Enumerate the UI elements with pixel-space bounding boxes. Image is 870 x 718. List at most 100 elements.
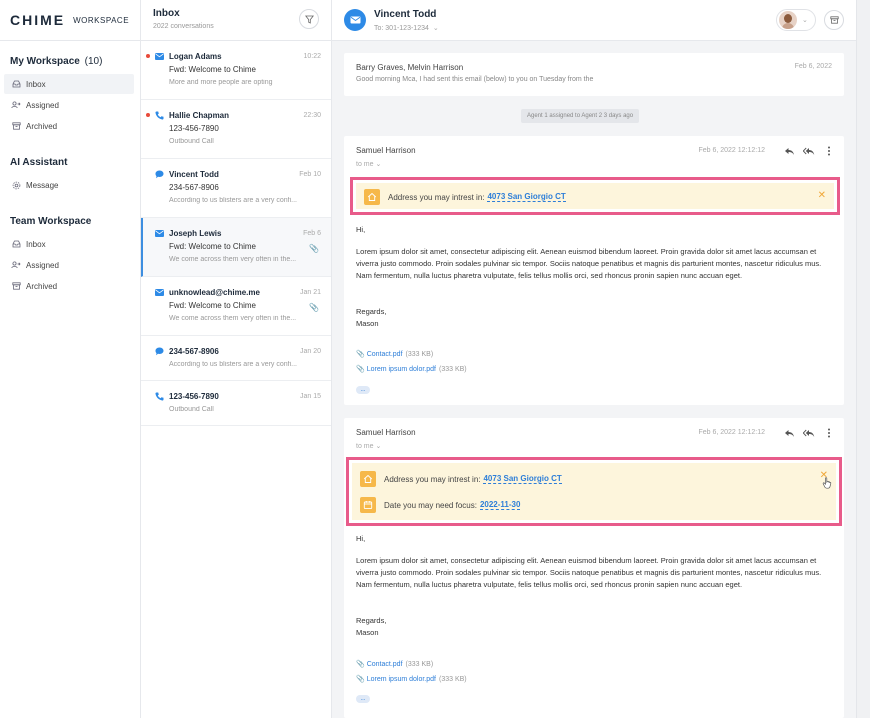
chevron-down-icon: ⌄ [375, 161, 382, 168]
conversation-name: unknowlead@chime.me [169, 287, 260, 297]
message-actions [782, 144, 836, 158]
reply-all-icon [803, 147, 815, 155]
date-insight: Date you may need focus: 2022-11-30 [360, 497, 521, 513]
conversation-date: Jan 15 [299, 392, 321, 400]
reply-icon [784, 429, 794, 437]
contact-name[interactable]: Vincent Todd [374, 9, 436, 20]
attachment-icon: 📎 [309, 303, 319, 312]
thread-summary[interactable]: Barry Graves, Melvin Harrison Good morni… [344, 53, 844, 96]
reply-button[interactable] [782, 426, 796, 440]
sms-icon [153, 347, 165, 356]
filter-icon [304, 15, 314, 24]
summary-date: Feb 6, 2022 [794, 63, 832, 70]
address-link[interactable]: 4073 San Giorgio CT [487, 192, 566, 202]
conversation-date: Jan 21 [299, 288, 321, 296]
chevron-down-icon[interactable]: ⌄ [433, 25, 439, 32]
insight-highlight: Address you may intrest in: 4073 San Gio… [346, 457, 842, 526]
conversation-preview: Outbound Call [169, 406, 214, 413]
archive-button[interactable] [824, 10, 844, 30]
conversation-preview: More and more people are opting [169, 79, 273, 86]
sidebar-item-team-inbox[interactable]: Inbox [4, 234, 134, 254]
email-message: Samuel Harrison to me ⌄ Feb 6, 2022 12:1… [344, 136, 844, 405]
conversation-preview: According to us blisters are a very conf… [169, 197, 297, 204]
conversation-preview: We come across them very often in the... [169, 256, 297, 263]
conversation-preview: According to us blisters are a very conf… [169, 361, 297, 368]
chevron-down-icon: ⌄ [802, 17, 808, 24]
team-workspace-title: Team Workspace [10, 216, 92, 227]
conversation-list: Inbox 2022 conversations Logan Adams 10:… [141, 0, 332, 718]
phone-icon [153, 111, 165, 120]
attachment-link[interactable]: 📎 Contact.pdf (333 KB) [356, 350, 433, 359]
gear-icon [10, 181, 22, 190]
thread-header: Vincent Todd To: 301-123-1234 ⌄ ⌄ [332, 0, 856, 41]
close-icon[interactable]: ✕ [818, 190, 826, 201]
insight-highlight: Address you may intrest in: 4073 San Gio… [350, 177, 840, 215]
chevron-down-icon: ⌄ [375, 443, 382, 450]
workspace-label: WORKSPACE [73, 15, 130, 25]
calendar-icon [360, 497, 376, 513]
paperclip-icon: 📎 [356, 351, 365, 358]
conversation-item[interactable]: Logan Adams 10:22 Fwd: Welcome to Chime … [141, 41, 331, 100]
message-body: Lorem ipsum dolor sit amet, consectetur … [356, 556, 822, 589]
sidebar-item-inbox[interactable]: Inbox [4, 74, 134, 94]
attachment-link[interactable]: 📎 Lorem ipsum dolor.pdf (333 KB) [356, 675, 467, 684]
more-options-button[interactable] [822, 426, 836, 440]
message-recipient[interactable]: to me ⌄ [356, 442, 832, 450]
reply-all-button[interactable] [802, 144, 816, 158]
sidebar-item-team-assigned[interactable]: Assigned [4, 255, 134, 275]
conversation-subject: 234-567-8906 [169, 183, 219, 192]
assigned-icon [10, 101, 22, 109]
message-greeting: Hi, [356, 225, 366, 234]
more-options-button[interactable] [822, 144, 836, 158]
conversation-item[interactable]: Vincent Todd Feb 10 234-567-8906 Accordi… [141, 159, 331, 218]
conversation-subject: Fwd: Welcome to Chime [169, 65, 256, 74]
sidebar-item-assigned[interactable]: Assigned [4, 95, 134, 115]
sidebar-item-team-archived[interactable]: Archived [4, 276, 134, 296]
conversation-item[interactable]: 123-456-7890 Jan 15 Outbound Call [141, 381, 331, 426]
cursor-hand-icon [822, 477, 832, 489]
home-icon [360, 471, 376, 487]
agent-selector[interactable]: ⌄ [776, 9, 816, 31]
email-icon [350, 16, 360, 24]
insight-label: Date you may need focus: [384, 500, 477, 510]
attachment-link[interactable]: 📎 Lorem ipsum dolor.pdf (333 KB) [356, 365, 467, 374]
email-icon [153, 52, 165, 60]
scrollbar[interactable] [856, 0, 870, 718]
address-link[interactable]: 4073 San Giorgio CT [483, 474, 562, 484]
home-icon [364, 189, 380, 205]
date-link[interactable]: 2022-11-30 [479, 500, 521, 510]
assignment-notice: Agent 1 assigned to Agent 2 3 days ago [521, 109, 640, 123]
show-more-button[interactable]: ... [356, 695, 370, 703]
message-greeting: Hi, [356, 534, 366, 543]
show-more-button[interactable]: ... [356, 386, 370, 394]
address-insight: Address you may intrest in: 4073 San Gio… [364, 189, 566, 205]
sidebar-item-message[interactable]: Message [4, 175, 134, 195]
unread-dot [146, 113, 150, 117]
insight-panel: Address you may intrest in: 4073 San Gio… [352, 463, 836, 520]
conversation-name: Hallie Chapman [169, 110, 230, 120]
attachment-link[interactable]: 📎 Contact.pdf (333 KB) [356, 660, 433, 669]
ai-assistant-title: AI Assistant [10, 157, 68, 168]
conversation-name: Joseph Lewis [169, 228, 222, 238]
message-signature: Mason [356, 628, 379, 637]
reply-all-button[interactable] [802, 426, 816, 440]
email-icon [153, 288, 165, 296]
message-recipient[interactable]: to me ⌄ [356, 160, 832, 168]
my-workspace-title: My Workspace (10) [10, 56, 103, 67]
sidebar-item-archived[interactable]: Archived [4, 116, 134, 136]
reply-button[interactable] [782, 144, 796, 158]
conversation-item[interactable]: Hallie Chapman 22:30 123-456-7890 Outbou… [141, 100, 331, 159]
agent-avatar [779, 11, 797, 29]
archive-icon [829, 16, 839, 24]
conversation-item-selected[interactable]: Joseph Lewis Feb 6 Fwd: Welcome to Chime… [141, 218, 331, 277]
brand: CHIME WORKSPACE [0, 0, 140, 41]
filter-button[interactable] [299, 9, 319, 29]
conversation-item[interactable]: 234-567-8906 Jan 20 According to us blis… [141, 336, 331, 381]
conversation-item[interactable]: unknowlead@chime.me Jan 21 Fwd: Welcome … [141, 277, 331, 336]
more-vertical-icon [828, 428, 830, 438]
inbox-header: Inbox 2022 conversations [141, 0, 331, 41]
summary-participants: Barry Graves, Melvin Harrison [356, 63, 464, 72]
conversation-preview: We come across them very often in the... [169, 315, 297, 322]
reply-icon [784, 147, 794, 155]
conversation-name: 123-456-7890 [169, 391, 219, 401]
